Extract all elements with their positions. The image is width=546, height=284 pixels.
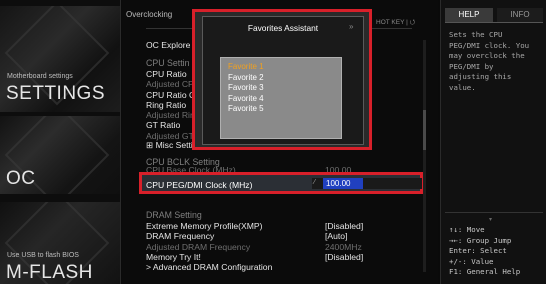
tab-help[interactable]: HELP [445, 8, 493, 22]
key-hint: ↑↓: Move [449, 225, 485, 234]
setting-row-label: DRAM Setting [146, 210, 202, 220]
peg-dmi-input[interactable]: ⁄ 100.00 [312, 178, 422, 189]
chevron-down-icon: ▾ [489, 217, 493, 223]
scrollbar-thumb[interactable] [423, 110, 426, 150]
close-icon[interactable]: » [349, 22, 353, 31]
setting-row-label[interactable]: Ring Ratio [146, 100, 186, 110]
favorite-item[interactable]: Favorite 1 [228, 62, 264, 71]
setting-row-label[interactable]: CPU Ratio O [146, 90, 196, 100]
setting-row-value[interactable]: [Auto] [325, 231, 347, 241]
setting-row-label[interactable]: Memory Try It! [146, 252, 201, 262]
mflash-subtitle: Use USB to flash BIOS [7, 252, 79, 259]
help-text-line: may overclock the [449, 51, 525, 60]
settings-panel[interactable]: Motherboard settings SETTINGS [0, 6, 120, 112]
mflash-title: M-FLASH [6, 262, 93, 283]
setting-row-label[interactable]: Extreme Memory Profile(XMP) [146, 221, 263, 231]
setting-row-label[interactable]: > Advanced DRAM Configuration [146, 262, 272, 272]
oc-panel[interactable]: OC [0, 116, 120, 194]
edit-icon: ⁄ [314, 179, 316, 186]
key-hint: →←: Group Jump [449, 235, 512, 245]
favorite-item[interactable]: Favorite 3 [228, 83, 264, 92]
scrollbar-track[interactable] [423, 40, 426, 272]
favorites-list: Favorite 1 Favorite 2 Favorite 3 Favorite 4… [220, 57, 342, 139]
help-text-line: PEG/DMI clock. You [449, 40, 530, 50]
help-panel: HELP INFO Sets the CPU PEG/DMI clock. You… [440, 0, 546, 284]
favorite-item[interactable]: Favorite 4 [228, 94, 264, 103]
dialog-body: Favorites Assistant » Favorite 1 Favorite… [202, 16, 364, 145]
settings-title: SETTINGS [6, 83, 106, 104]
setting-row-value: 2400MHz [325, 242, 362, 252]
key-hint: Enter: Select [449, 246, 507, 255]
help-text-line: Sets the CPU [449, 30, 503, 39]
setting-row-value[interactable]: [Disabled] [325, 252, 363, 262]
tab-underline [445, 22, 543, 23]
settings-subtitle: Motherboard settings [7, 73, 73, 80]
setting-row-label: CPU Settin [146, 58, 190, 68]
setting-row-label[interactable]: DRAM Frequency [146, 231, 214, 241]
breadcrumb: Overclocking [126, 10, 173, 19]
setting-row-label[interactable]: GT Ratio [146, 120, 180, 130]
favorites-dialog: Favorites Assistant » Favorite 1 Favorite… [192, 9, 372, 150]
help-text-line: adjusting this [449, 72, 512, 81]
key-hint: +/-: Value [449, 256, 494, 266]
key-hint: F1: General Help [449, 267, 521, 276]
oc-title: OC [6, 168, 36, 189]
tab-info[interactable]: INFO [497, 8, 543, 22]
favorite-item[interactable]: Favorite 2 [228, 73, 264, 82]
help-divider [445, 212, 543, 213]
setting-row-label[interactable]: CPU Ratio [146, 69, 187, 79]
highlighted-row[interactable]: CPU PEG/DMI Clock (MHz) ⁄ 100.00 [139, 172, 423, 194]
setting-row-value[interactable]: [Disabled] [325, 221, 363, 231]
mflash-panel[interactable]: Use USB to flash BIOS M-FLASH [0, 202, 120, 284]
peg-dmi-value: 100.00 [326, 179, 351, 188]
dialog-title: Favorites Assistant [247, 23, 319, 33]
favorite-item[interactable]: Favorite 5 [228, 104, 264, 113]
setting-row-label: Adjusted DRAM Frequency [146, 242, 251, 252]
input-selection: 100.00 [323, 178, 363, 189]
left-sidebar: Motherboard settings SETTINGS OC Use USB… [0, 0, 121, 284]
help-text-line: value. [449, 82, 476, 92]
help-text-line: PEG/DMI by [449, 61, 494, 71]
highlighted-row-label: CPU PEG/DMI Clock (MHz) [146, 180, 253, 190]
